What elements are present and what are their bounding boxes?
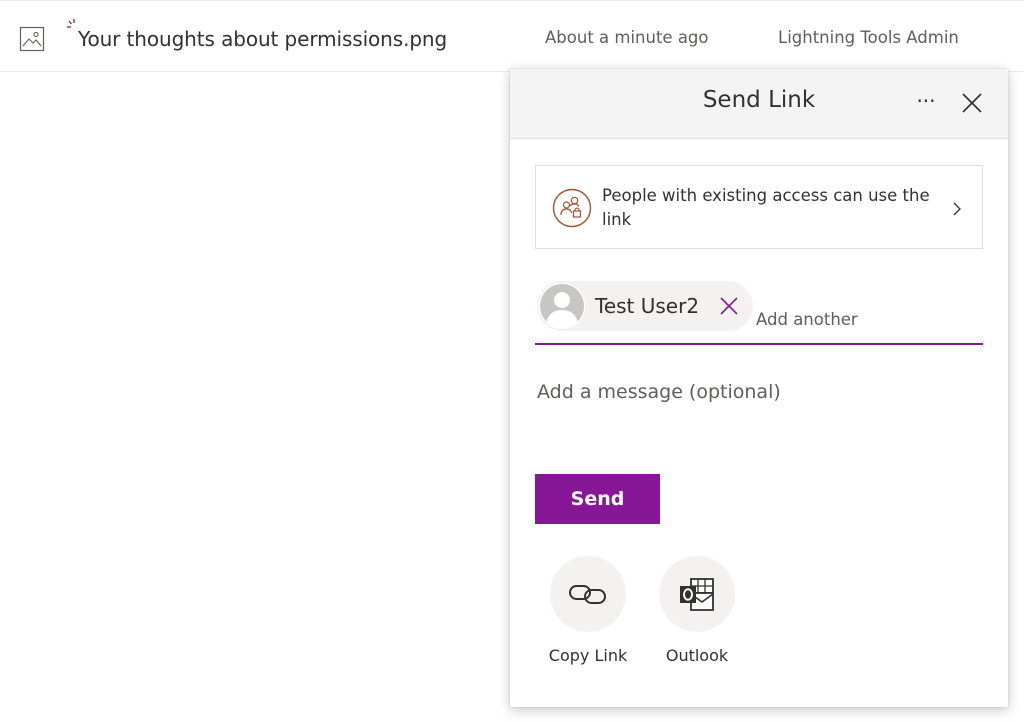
recipient-chip[interactable]: Test User2 [537, 281, 753, 331]
copy-link-button[interactable]: Copy Link [537, 556, 637, 666]
file-author: Lightning Tools Admin [778, 28, 959, 47]
copy-link-circle[interactable] [550, 556, 626, 632]
outlook-circle[interactable] [659, 556, 735, 632]
copy-link-label: Copy Link [548, 646, 628, 665]
chevron-right-icon [953, 202, 961, 216]
link-settings-button[interactable]: People with existing access can use the … [535, 165, 983, 249]
image-file-icon [19, 26, 45, 52]
more-options-button[interactable]: ··· [910, 89, 942, 117]
dialog-header: Send Link ··· [510, 69, 1008, 139]
file-name[interactable]: Your thoughts about permissions.png [78, 27, 447, 51]
link-icon [569, 585, 606, 604]
outlook-icon [680, 578, 714, 611]
people-lock-icon [552, 188, 592, 228]
outlook-button[interactable]: Outlook [646, 556, 746, 666]
recipients-field[interactable]: Test User2 [535, 275, 983, 345]
send-button[interactable]: Send [535, 474, 660, 524]
add-recipient-input[interactable] [756, 307, 976, 331]
file-modified: About a minute ago [545, 28, 709, 47]
close-icon[interactable] [960, 91, 984, 115]
recipient-name: Test User2 [595, 294, 700, 318]
remove-recipient-icon[interactable] [717, 294, 741, 318]
link-access-description: People with existing access can use the … [602, 186, 930, 229]
file-row[interactable]: Your thoughts about permissions.png Abou… [0, 0, 1024, 72]
avatar [539, 283, 585, 329]
outlook-label: Outlook [665, 646, 729, 665]
send-link-dialog: Send Link ··· People with existing acces… [510, 69, 1008, 707]
message-input[interactable] [535, 377, 983, 457]
